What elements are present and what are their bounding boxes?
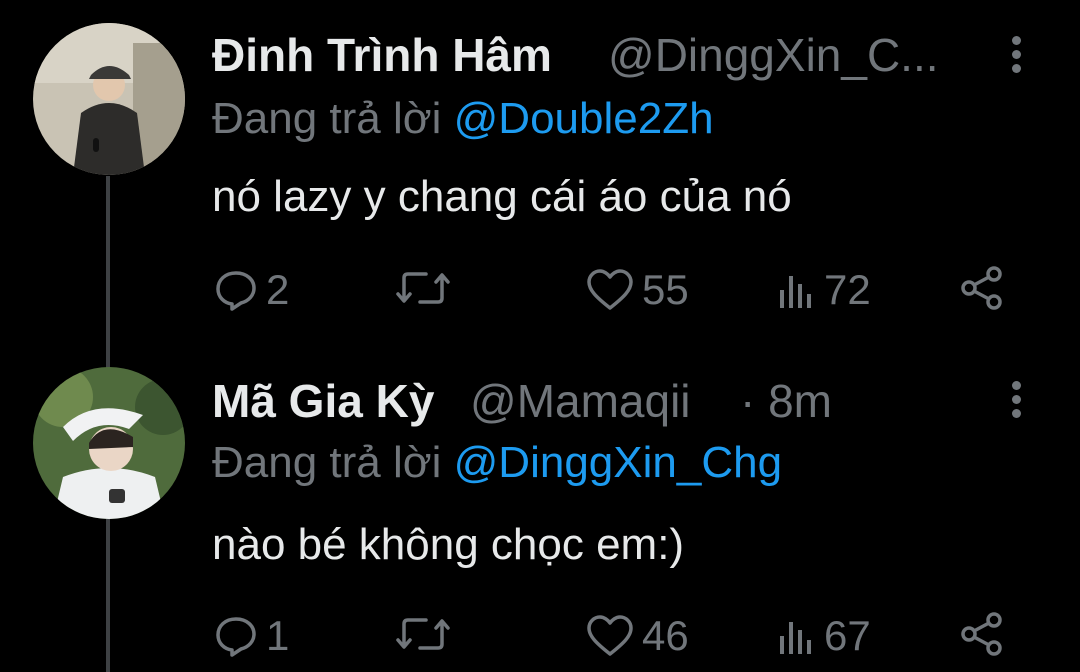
- reply-icon: [216, 271, 256, 311]
- share-icon: [961, 266, 1002, 310]
- avatar[interactable]: [33, 23, 185, 175]
- retweet-icon: [396, 272, 450, 304]
- display-name[interactable]: Đinh Trình Hâm: [212, 28, 552, 82]
- timestamp[interactable]: · 8m: [740, 374, 832, 428]
- like-count: 55: [642, 266, 689, 313]
- display-name[interactable]: Mã Gia Kỳ: [212, 374, 434, 428]
- views-button[interactable]: 72: [776, 266, 871, 314]
- replying-prefix: Đang trả lời: [212, 94, 454, 143]
- like-icon: [587, 269, 633, 310]
- like-count: 46: [642, 612, 689, 659]
- retweet-button[interactable]: [396, 612, 450, 656]
- reply-count: 2: [266, 266, 290, 313]
- views-button[interactable]: 67: [776, 612, 871, 660]
- reply-count: 1: [266, 612, 290, 659]
- views-count: 67: [824, 612, 871, 659]
- replying-to-mention[interactable]: @Double2Zh: [454, 94, 714, 143]
- like-button[interactable]: 46: [586, 612, 689, 660]
- views-icon: [780, 622, 811, 654]
- share-icon: [961, 612, 1002, 656]
- reply-button[interactable]: 2: [214, 266, 289, 314]
- handle[interactable]: @DinggXin_C...: [608, 28, 939, 82]
- more-options-icon[interactable]: [1003, 381, 1029, 423]
- reply-button[interactable]: 1: [214, 612, 289, 660]
- tweet-text: nó lazy y chang cái áo của nó: [212, 172, 792, 221]
- replying-prefix: Đang trả lời: [212, 438, 454, 487]
- reply-icon: [216, 617, 256, 657]
- share-button[interactable]: [960, 612, 1004, 656]
- retweet-icon: [396, 618, 450, 650]
- share-button[interactable]: [960, 266, 1004, 310]
- like-icon: [587, 615, 633, 656]
- more-options-icon[interactable]: [1003, 36, 1029, 78]
- views-count: 72: [824, 266, 871, 313]
- replying-to-mention[interactable]: @DinggXin_Chg: [454, 438, 782, 487]
- replying-to-line: Đang trả lời @Double2Zh: [212, 94, 714, 144]
- handle[interactable]: @Mamaqii: [470, 374, 691, 428]
- views-icon: [780, 276, 811, 308]
- replying-to-line: Đang trả lời @DinggXin_Chg: [212, 438, 782, 488]
- like-button[interactable]: 55: [586, 266, 689, 314]
- tweet-text: nào bé không chọc em:): [212, 520, 685, 569]
- avatar[interactable]: [33, 367, 185, 519]
- retweet-button[interactable]: [396, 266, 450, 310]
